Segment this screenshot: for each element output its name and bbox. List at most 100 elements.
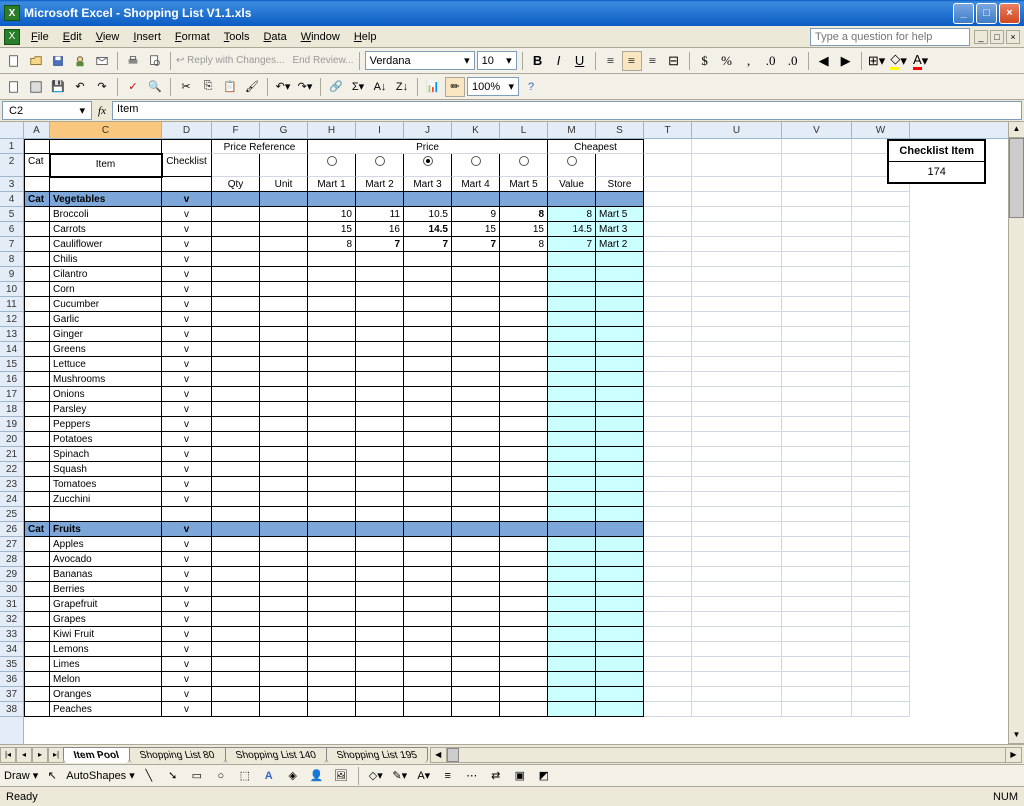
sheet-tab-0[interactable]: Item Pool <box>63 747 130 763</box>
row-header-10[interactable]: 10 <box>0 282 23 297</box>
font-size-select[interactable]: 10▾ <box>477 51 517 70</box>
bold-button[interactable]: B <box>528 51 548 71</box>
help-search-input[interactable] <box>810 28 970 46</box>
shadow-style[interactable]: ▣ <box>510 766 530 786</box>
textbox-tool[interactable]: ⬚ <box>235 766 255 786</box>
row-header-35[interactable]: 35 <box>0 657 23 672</box>
row-header-16[interactable]: 16 <box>0 372 23 387</box>
col-header-W[interactable]: W <box>852 122 910 138</box>
vertical-scroll-thumb[interactable] <box>1009 138 1024 218</box>
increase-indent-button[interactable]: ▶ <box>836 51 856 71</box>
tab-nav-prev[interactable]: ◂ <box>16 747 32 763</box>
row-header-25[interactable]: 25 <box>0 507 23 522</box>
borders-button[interactable]: ⊞▾ <box>867 51 887 71</box>
row-header-1[interactable]: 1 <box>0 139 23 154</box>
italic-button[interactable]: I <box>549 51 569 71</box>
row-header-11[interactable]: 11 <box>0 297 23 312</box>
percent-button[interactable]: % <box>717 51 737 71</box>
menu-data[interactable]: Data <box>256 29 293 45</box>
mdi-close[interactable]: × <box>1006 30 1020 44</box>
row-header-34[interactable]: 34 <box>0 642 23 657</box>
draw-menu[interactable]: Draw ▾ <box>4 769 38 782</box>
redo2-button[interactable]: ↷▾ <box>295 77 315 97</box>
scroll-down-arrow[interactable]: ▼ <box>1009 728 1024 744</box>
permission-button[interactable] <box>70 51 90 71</box>
selected-cell[interactable]: Item <box>50 154 162 177</box>
open-button[interactable] <box>26 51 46 71</box>
row-header-29[interactable]: 29 <box>0 567 23 582</box>
chart-button[interactable]: 📊 <box>423 77 443 97</box>
font-select[interactable]: Verdana▾ <box>365 51 475 70</box>
sheet-tab-1[interactable]: Shopping List 80 <box>129 747 226 763</box>
name-box[interactable]: C2▾ <box>2 101 92 120</box>
col-header-S[interactable]: S <box>596 122 644 138</box>
help-button[interactable]: ? <box>521 77 541 97</box>
new-button[interactable] <box>4 51 24 71</box>
col-header-V[interactable]: V <box>782 122 852 138</box>
mart-radio-4[interactable] <box>471 156 481 166</box>
tab-nav-first[interactable]: |◂ <box>0 747 16 763</box>
sort-desc-button[interactable]: Z↓ <box>392 77 412 97</box>
row-header-26[interactable]: 26 <box>0 522 23 537</box>
formula-bar[interactable]: Item <box>112 101 1022 120</box>
row-header-12[interactable]: 12 <box>0 312 23 327</box>
row-header-33[interactable]: 33 <box>0 627 23 642</box>
col-header-G[interactable]: G <box>260 122 308 138</box>
align-center-button[interactable]: ≡ <box>622 51 642 71</box>
row-header-6[interactable]: 6 <box>0 222 23 237</box>
row-header-27[interactable]: 27 <box>0 537 23 552</box>
spelling-button[interactable]: ✓ <box>123 77 143 97</box>
diagram-tool[interactable]: ◈ <box>283 766 303 786</box>
row-header-38[interactable]: 38 <box>0 702 23 717</box>
row-header-14[interactable]: 14 <box>0 342 23 357</box>
row-header-7[interactable]: 7 <box>0 237 23 252</box>
menu-view[interactable]: View <box>89 29 127 45</box>
autoshapes-menu[interactable]: AutoShapes ▾ <box>66 769 135 782</box>
undo2-button[interactable]: ↶▾ <box>273 77 293 97</box>
row-header-21[interactable]: 21 <box>0 447 23 462</box>
align-left-button[interactable]: ≡ <box>601 51 621 71</box>
maximize-button[interactable]: □ <box>976 3 997 24</box>
row-header-37[interactable]: 37 <box>0 687 23 702</box>
menu-window[interactable]: Window <box>294 29 347 45</box>
row-header-19[interactable]: 19 <box>0 417 23 432</box>
row-header-36[interactable]: 36 <box>0 672 23 687</box>
row-header-9[interactable]: 9 <box>0 267 23 282</box>
scroll-up-arrow[interactable]: ▲ <box>1009 122 1024 138</box>
email-button[interactable] <box>92 51 112 71</box>
font-color-draw[interactable]: A▾ <box>414 766 434 786</box>
col-header-M[interactable]: M <box>548 122 596 138</box>
mart-radio-3[interactable] <box>423 156 433 166</box>
clipart-tool[interactable]: 👤 <box>307 766 327 786</box>
format-painter-button[interactable]: 🖌 <box>242 77 262 97</box>
drawing-button[interactable]: ✏ <box>445 77 465 97</box>
col-header-A[interactable]: A <box>24 122 50 138</box>
row-header-23[interactable]: 23 <box>0 477 23 492</box>
close-button[interactable]: × <box>999 3 1020 24</box>
redo-button[interactable]: ↷ <box>92 77 112 97</box>
line-style[interactable]: ≡ <box>438 766 458 786</box>
vertical-scrollbar[interactable]: ▲ ▼ <box>1008 122 1024 744</box>
currency-button[interactable]: $ <box>695 51 715 71</box>
insert-button[interactable] <box>26 77 46 97</box>
menu-insert[interactable]: Insert <box>126 29 168 45</box>
mart-radio-5[interactable] <box>519 156 529 166</box>
col-header-J[interactable]: J <box>404 122 452 138</box>
new-blank-button[interactable] <box>4 77 24 97</box>
fill-color-draw[interactable]: ◇▾ <box>366 766 386 786</box>
undo-button[interactable]: ↶ <box>70 77 90 97</box>
row-header-3[interactable]: 3 <box>0 177 23 192</box>
row-header-15[interactable]: 15 <box>0 357 23 372</box>
row-header-5[interactable]: 5 <box>0 207 23 222</box>
row-header-30[interactable]: 30 <box>0 582 23 597</box>
menu-edit[interactable]: Edit <box>56 29 89 45</box>
fx-icon[interactable]: fx <box>92 105 112 117</box>
3d-style[interactable]: ◩ <box>534 766 554 786</box>
copy-button[interactable]: ⎘ <box>198 77 218 97</box>
col-header-L[interactable]: L <box>500 122 548 138</box>
col-header-C[interactable]: C <box>50 122 162 138</box>
picture-tool[interactable]: 🖼 <box>331 766 351 786</box>
tab-nav-last[interactable]: ▸| <box>48 747 64 763</box>
mdi-minimize[interactable]: _ <box>974 30 988 44</box>
zoom-select[interactable]: 100%▾ <box>467 77 519 96</box>
